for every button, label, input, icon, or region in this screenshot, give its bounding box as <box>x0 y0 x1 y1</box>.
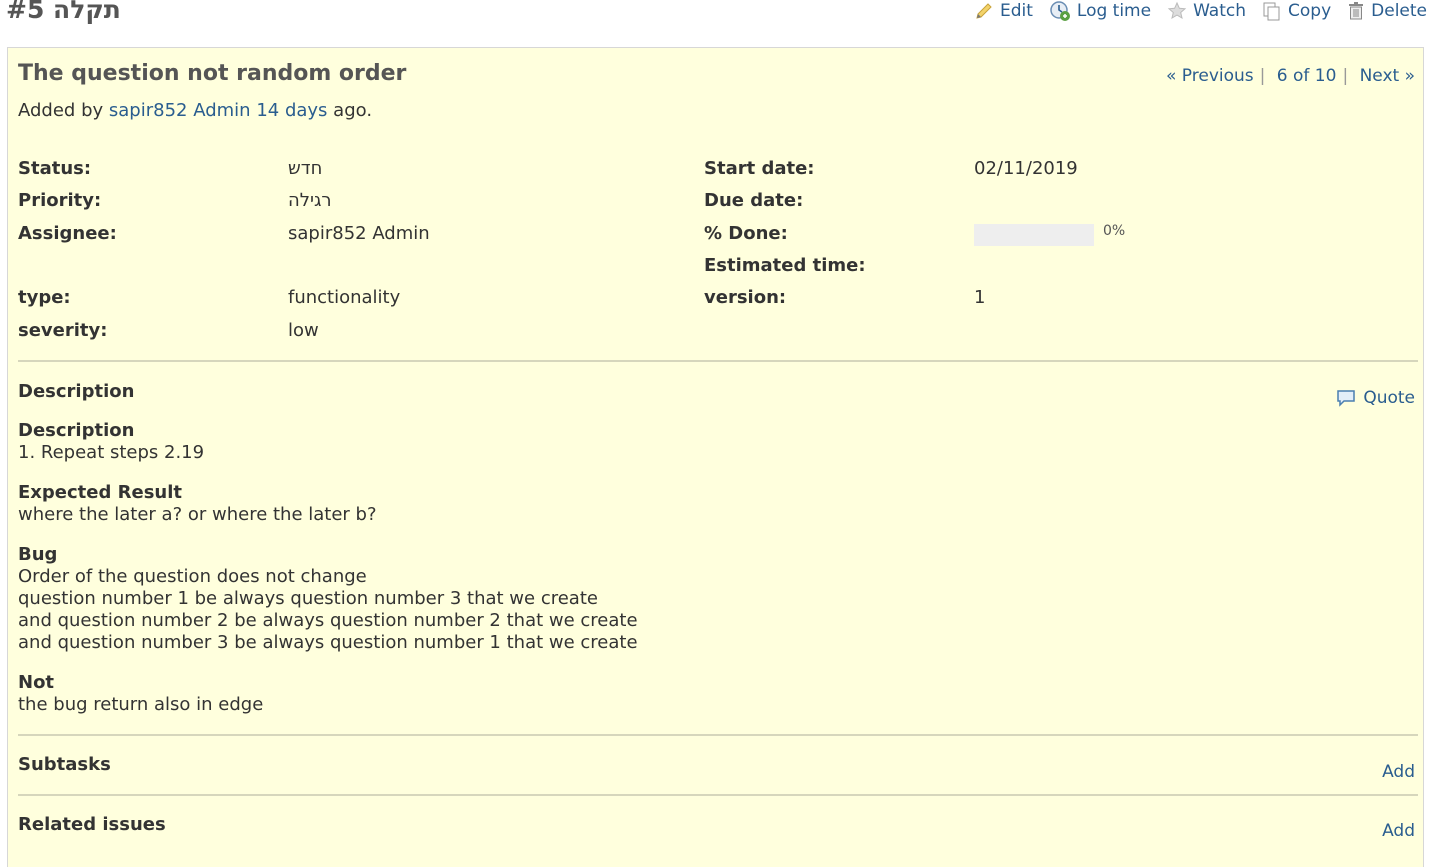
previous-link[interactable]: « Previous <box>1166 66 1254 86</box>
edit-button[interactable]: Edit <box>974 0 1033 22</box>
status-value: חדש <box>288 158 323 179</box>
copy-icon <box>1263 2 1280 21</box>
priority-value: רגילה <box>288 190 332 211</box>
copy-button[interactable]: Copy <box>1262 0 1331 22</box>
log-time-label: Log time <box>1076 1 1152 21</box>
divider <box>18 734 1418 736</box>
status-label: Status: <box>18 158 92 179</box>
section-heading: Expected Result <box>18 482 183 503</box>
start-date-value: 02/11/2019 <box>974 158 1078 179</box>
add-related-issue-link[interactable]: Add <box>1382 821 1415 841</box>
subtasks-title: Subtasks <box>18 754 111 775</box>
done-percent-text: 0% <box>1103 223 1126 239</box>
section-line: where the later a? or where the later b? <box>18 504 377 525</box>
clock-icon <box>1050 1 1070 21</box>
section-line: and question number 2 be always question… <box>18 610 638 631</box>
type-value: functionality <box>288 287 401 308</box>
watch-button[interactable]: Watch <box>1167 0 1246 22</box>
author-age-link[interactable]: 14 days <box>256 100 327 121</box>
section-line: Order of the question does not change <box>18 566 367 587</box>
section-heading: Not <box>18 672 55 693</box>
assignee-label: Assignee: <box>18 223 117 244</box>
expected-result-section: Expected Result where the later a? or wh… <box>18 482 638 526</box>
bug-section: Bug Order of the question does not chang… <box>18 544 638 654</box>
issue-actions: Edit Log time Watch Copy Delete <box>958 0 1427 22</box>
section-line: and question number 3 be always question… <box>18 632 638 653</box>
due-date-label: Due date: <box>704 190 804 211</box>
add-subtask-link[interactable]: Add <box>1382 762 1415 782</box>
note-section: Not the bug return also in edge <box>18 672 638 716</box>
quote-button[interactable]: Quote <box>1335 388 1415 408</box>
issue-position-link[interactable]: 6 of 10 <box>1277 66 1337 86</box>
done-progress-bar <box>974 224 1094 246</box>
section-line: 1. Repeat steps 2.19 <box>18 442 205 463</box>
quote-label: Quote <box>1363 388 1415 408</box>
severity-value: low <box>288 320 319 341</box>
severity-label: severity: <box>18 320 108 341</box>
related-issues-title: Related issues <box>18 814 166 835</box>
divider <box>18 794 1418 796</box>
assignee-link[interactable]: sapir852 Admin <box>288 223 430 244</box>
section-line: the bug return also in edge <box>18 694 264 715</box>
estimated-time-label: Estimated time: <box>704 255 866 276</box>
issue-details-panel: The question not random order « Previous… <box>7 47 1424 867</box>
issue-navigation: « Previous | 6 of 10 | Next » <box>1165 66 1415 86</box>
trash-icon <box>1349 2 1364 20</box>
section-heading: Description <box>18 420 135 441</box>
type-label: type: <box>18 287 71 308</box>
author-line: Added by sapir852 Admin 14 days ago. <box>18 100 372 121</box>
description-body: Description 1. Repeat steps 2.19 Expecte… <box>18 420 638 734</box>
description-section: Description 1. Repeat steps 2.19 <box>18 420 638 464</box>
star-icon <box>1167 1 1187 20</box>
start-date-label: Start date: <box>704 158 815 179</box>
version-value: 1 <box>974 287 986 308</box>
watch-label: Watch <box>1193 1 1247 21</box>
log-time-button[interactable]: Log time <box>1049 0 1151 22</box>
version-label: version: <box>704 287 787 308</box>
author-prefix: Added by <box>18 100 104 121</box>
delete-button[interactable]: Delete <box>1347 0 1427 22</box>
page-header: תקלה #5 Edit Log time Watch Copy Delete <box>0 0 1436 40</box>
next-link[interactable]: Next » <box>1360 66 1415 86</box>
author-user-link[interactable]: sapir852 Admin <box>109 100 251 121</box>
section-heading: Bug <box>18 544 58 565</box>
delete-label: Delete <box>1371 1 1427 21</box>
description-title: Description <box>18 381 135 402</box>
divider <box>18 360 1418 362</box>
edit-label: Edit <box>999 1 1033 21</box>
pencil-icon <box>976 3 992 19</box>
done-label: % Done: <box>704 223 788 244</box>
issue-subject: The question not random order <box>18 61 407 86</box>
section-line: question number 1 be always question num… <box>18 588 598 609</box>
priority-label: Priority: <box>18 190 102 211</box>
copy-label: Copy <box>1288 1 1332 21</box>
issue-id-title: תקלה #5 <box>6 0 121 24</box>
speech-bubble-icon <box>1337 390 1356 407</box>
author-suffix: ago. <box>333 100 373 121</box>
